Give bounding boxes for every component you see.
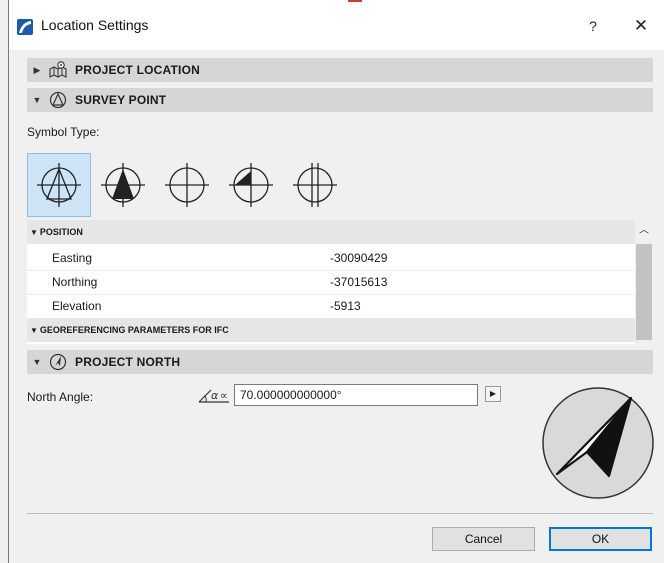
survey-symbol-5-icon	[293, 163, 337, 207]
group-position[interactable]: ▼ POSITION	[27, 220, 635, 244]
section-project-north[interactable]: ▼ PROJECT NORTH	[27, 350, 653, 374]
row-key: Easting	[52, 251, 93, 265]
collapse-arrow-icon[interactable]: ▼	[30, 326, 38, 335]
svg-text:α: α	[211, 389, 219, 402]
location-settings-dialog: Location Settings ? ✕ ▶ PROJECT LOCATION…	[0, 0, 664, 563]
section-survey-point[interactable]: ▼ SURVEY POINT	[27, 88, 653, 112]
angle-icon: α ∝	[198, 389, 229, 403]
row-key: Northing	[52, 275, 98, 289]
archicad-app-icon	[17, 19, 33, 35]
collapse-arrow-icon[interactable]: ▼	[30, 228, 38, 237]
survey-symbol-3-icon	[165, 163, 209, 207]
survey-symbol-2-icon	[101, 163, 145, 207]
symbol-option-crosshair[interactable]	[155, 153, 219, 217]
north-direction-preview[interactable]	[539, 384, 657, 502]
window-title: Location Settings	[41, 17, 149, 33]
symbol-option-triangle-filled[interactable]	[91, 153, 155, 217]
group-label: GEOREFERENCING PARAMETERS FOR IFC	[39, 325, 229, 335]
table-scrollbar[interactable]: ︿	[635, 220, 653, 344]
group-label: POSITION	[39, 227, 83, 237]
symbol-type-picker	[27, 153, 347, 217]
collapse-arrow-icon[interactable]: ▼	[27, 357, 47, 367]
help-button[interactable]: ?	[581, 14, 605, 38]
expand-arrow-icon[interactable]: ▶	[27, 65, 47, 76]
position-table: ▼ POSITION Easting -30090429 Northing -3…	[27, 220, 653, 344]
symbol-option-quarter-filled[interactable]	[219, 153, 283, 217]
symbol-option-triangle-outline[interactable]	[27, 153, 91, 217]
svg-text:∝: ∝	[220, 389, 228, 402]
section-label: PROJECT NORTH	[75, 355, 181, 369]
row-value[interactable]: -37015613	[330, 275, 387, 289]
symbol-option-double-line[interactable]	[283, 153, 347, 217]
window-border	[8, 0, 9, 563]
map-pin-icon	[47, 61, 69, 79]
row-value[interactable]: -5913	[330, 299, 361, 313]
section-label: PROJECT LOCATION	[75, 63, 200, 77]
window-edge-marker	[348, 0, 362, 2]
table-row[interactable]: Northing -37015613	[27, 270, 635, 295]
title-bar: Location Settings ? ✕	[9, 0, 664, 50]
angle-stepper-button[interactable]: ▶	[485, 386, 501, 402]
table-row[interactable]: Easting -30090429	[27, 246, 635, 271]
collapse-arrow-icon[interactable]: ▼	[27, 95, 47, 105]
close-button[interactable]: ✕	[629, 14, 653, 38]
scroll-thumb[interactable]	[636, 244, 652, 340]
footer-divider	[27, 513, 653, 514]
table-row[interactable]: Elevation -5913	[27, 294, 635, 319]
north-angle-label: North Angle:	[27, 390, 94, 404]
scroll-up-icon[interactable]: ︿	[635, 220, 653, 242]
cancel-button[interactable]: Cancel	[432, 527, 535, 551]
section-label: SURVEY POINT	[75, 93, 167, 107]
north-angle-input[interactable]: 70.000000000000°	[234, 384, 478, 406]
ok-button[interactable]: OK	[549, 527, 652, 551]
group-georeferencing[interactable]: ▼ GEOREFERENCING PARAMETERS FOR IFC	[27, 318, 635, 342]
survey-symbol-4-icon	[229, 163, 273, 207]
survey-symbol-1-icon	[37, 163, 81, 207]
row-key: Elevation	[52, 299, 102, 313]
north-arrow-icon	[47, 353, 69, 371]
symbol-type-label: Symbol Type:	[27, 125, 100, 139]
survey-point-icon	[47, 91, 69, 109]
row-value[interactable]: -30090429	[330, 251, 387, 265]
section-project-location[interactable]: ▶ PROJECT LOCATION	[27, 58, 653, 82]
